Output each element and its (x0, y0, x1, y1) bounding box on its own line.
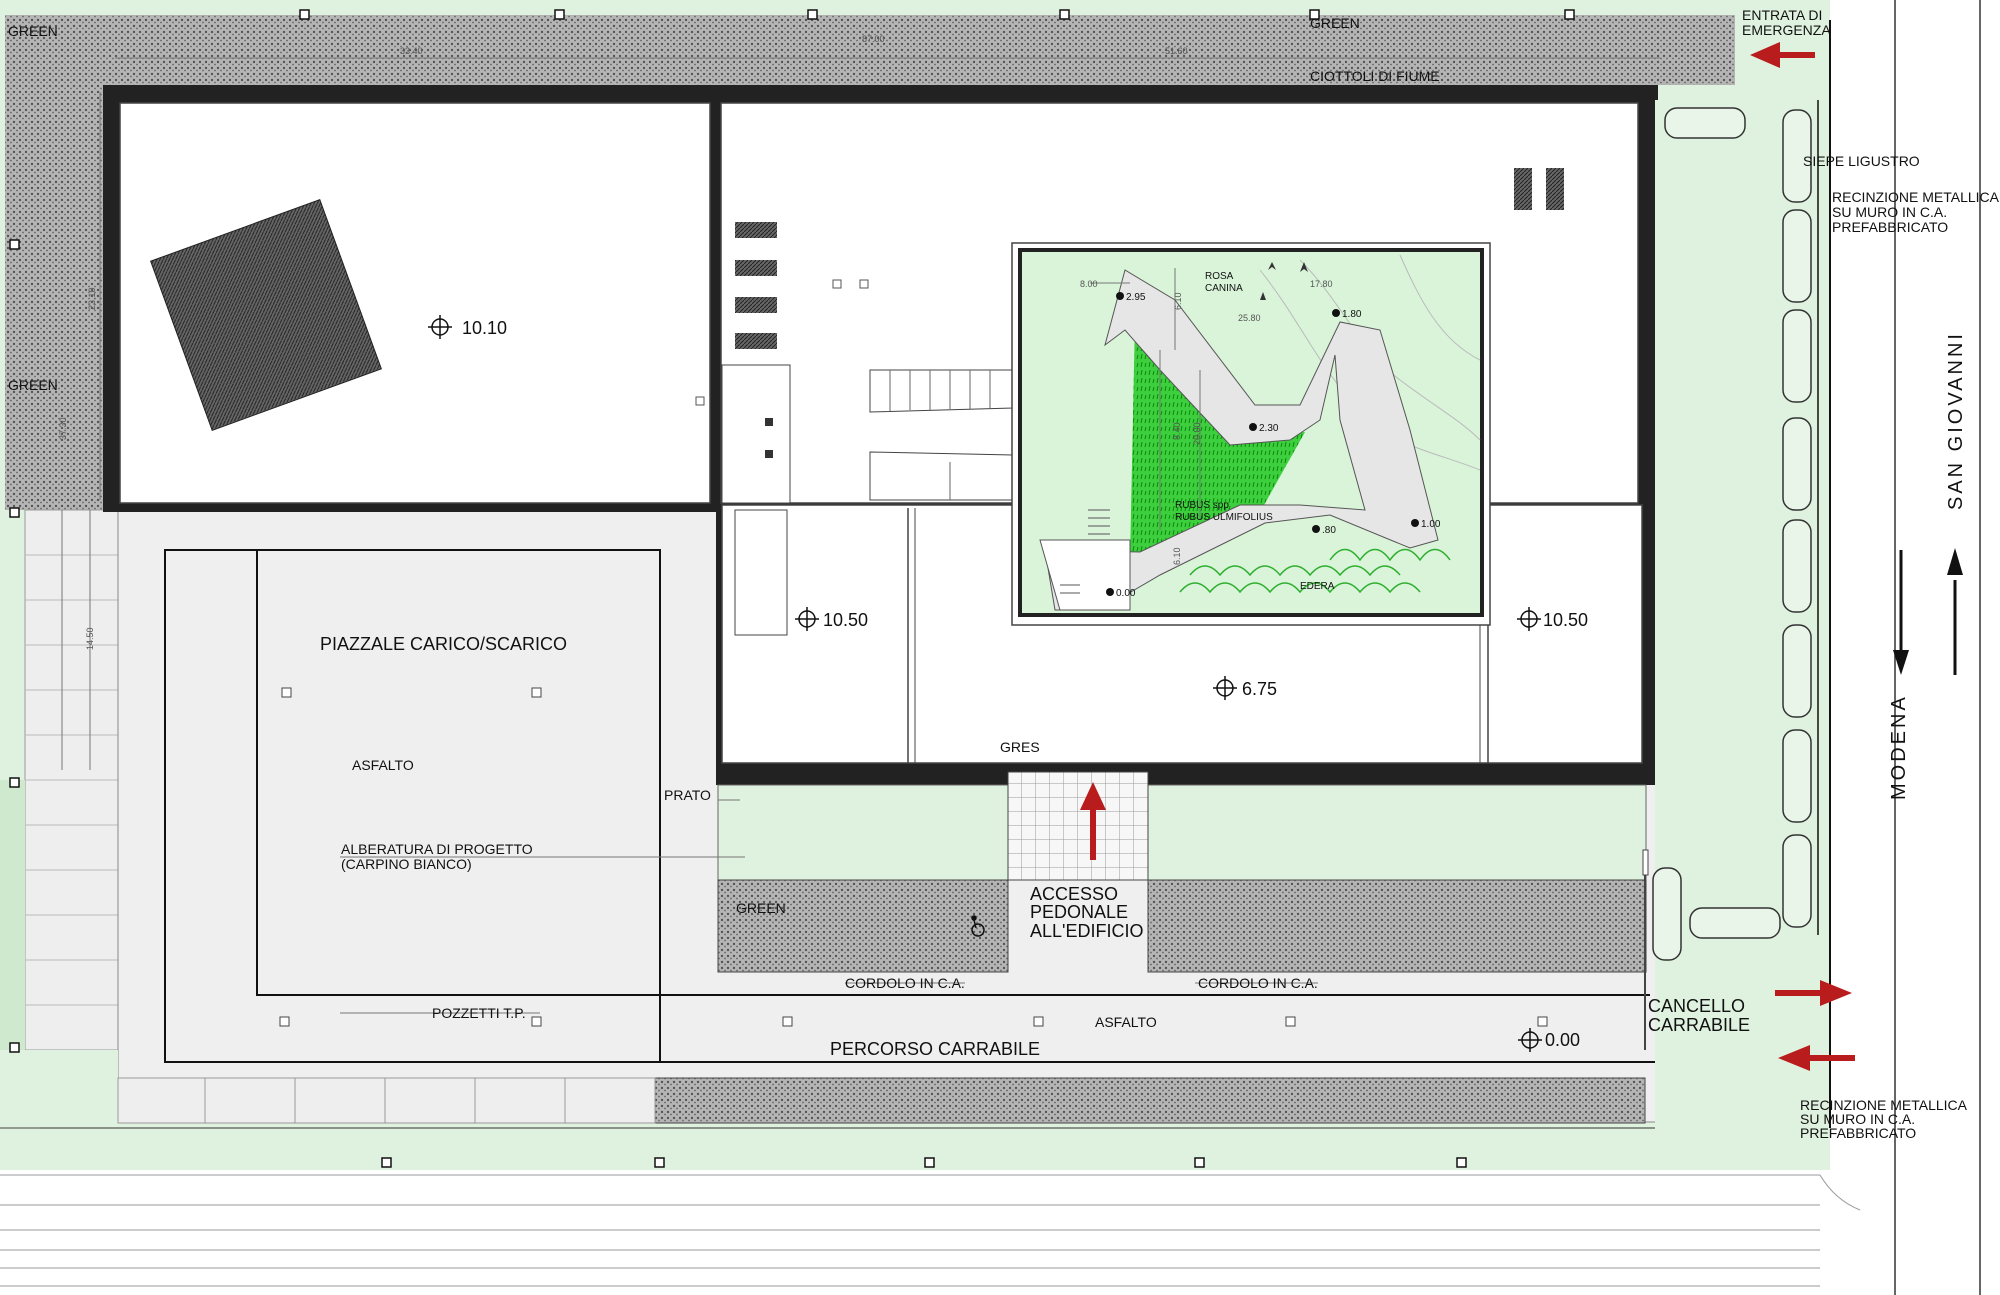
lawn-band-bottom (0, 1128, 1820, 1170)
label-rosa-1: ROSA (1205, 271, 1234, 282)
elevation-garden-f: 0.00 (1116, 588, 1136, 599)
label-fence-bottom-3: PREFABBRICATO (1800, 1125, 1916, 1141)
label-street-san-giovanni: SAN GIOVANNI (1945, 331, 1967, 510)
label-green-top-right: GREEN (1310, 15, 1360, 31)
dim-top-1: 33.40 (400, 46, 423, 56)
elevation-garden-e: .80 (1322, 525, 1336, 536)
bottom-paved-strip (117, 1077, 656, 1124)
elevation-garden-b: 1.80 (1342, 309, 1362, 320)
dim-left-2: 37.30 (58, 417, 68, 440)
elevation-street: 0.00 (1545, 1030, 1580, 1050)
ramp-lower (869, 451, 1014, 501)
label-lawn: PRATO (664, 787, 711, 803)
service-shaft (734, 509, 788, 636)
label-river-pebbles: CIOTTOLI DI FIUME (1310, 68, 1440, 84)
label-fence-top-3: PREFABBRICATO (1832, 219, 1948, 235)
label-emergency-entry-1: ENTRATA DI (1742, 7, 1822, 23)
label-gres: GRES (1000, 739, 1040, 755)
elevation-garden-a: 2.95 (1126, 292, 1146, 303)
front-lawn-right (1147, 784, 1647, 881)
gravel-strip-front-right (1147, 879, 1647, 973)
label-driveway: PERCORSO CARRABILE (830, 1039, 1040, 1059)
label-vehicle-gate-2: CARRABILE (1648, 1015, 1750, 1035)
gravel-strip-front-left (717, 879, 1009, 973)
label-rosa-2: CANINA (1205, 283, 1243, 294)
elevation-court: 6.75 (1242, 679, 1277, 699)
label-vehicle-gate-1: CANCELLO (1648, 996, 1745, 1016)
dim-top-3: 51.60 (1165, 46, 1188, 56)
label-trees-2: (CARPINO BIANCO) (341, 856, 472, 872)
label-rubus-2: RUBUS ULMIFOLIUS (1175, 512, 1273, 523)
label-drain-pits: POZZETTI T.P. (432, 1005, 526, 1021)
front-lawn-left (717, 784, 1009, 881)
label-rubus-1: RUBUS spp (1175, 500, 1229, 511)
dim-garden-4: 6.10 (1173, 292, 1183, 310)
gravel-strip-top (5, 15, 1735, 85)
elevation-roof-right: 10.50 (1543, 610, 1588, 630)
label-green-top-left: GREEN (8, 23, 58, 39)
label-street-modena: MODENA (1888, 694, 1910, 800)
dim-left-1: 23.10 (87, 287, 97, 310)
gravel-strip-bottom (654, 1077, 1646, 1124)
elevation-garden-c: 2.30 (1259, 423, 1279, 434)
pedestrian-access-tiles (1007, 771, 1149, 881)
stair-core (721, 364, 791, 504)
label-pedestrian-access-3: ALL'EDIFICIO (1030, 921, 1143, 941)
gravel-strip-left (5, 15, 105, 510)
dim-garden-2: 17.80 (1310, 279, 1333, 289)
label-fence-top-1: RECINZIONE METALLICA (1832, 189, 2000, 205)
label-curb-left: CORDOLO IN C.A. (845, 975, 965, 991)
dim-garden-5: 8.40 (1172, 422, 1182, 440)
label-privet-hedge: SIEPE LIGUSTRO (1803, 153, 1920, 169)
elevation-roof-left: 10.10 (462, 318, 507, 338)
label-loading-yard: PIAZZALE CARICO/SCARICO (320, 634, 567, 654)
elevation-roof-center: 10.50 (823, 610, 868, 630)
label-trees-1: ALBERATURA DI PROGETTO (341, 841, 533, 857)
ramp-upper (869, 369, 1014, 413)
label-green-left: GREEN (8, 377, 58, 393)
dim-garden-7: 6.10 (1172, 547, 1182, 565)
label-pedestrian-access-2: PEDONALE (1030, 902, 1128, 922)
site-plan-drawing: GREEN GREEN GREEN GREEN ENTRATA DI EMERG… (0, 0, 2000, 1295)
label-asphalt-yard: ASFALTO (352, 757, 414, 773)
dim-garden-1: 8.00 (1080, 279, 1098, 289)
building-front-wall (716, 770, 1010, 782)
label-ivy: EDERA (1300, 581, 1335, 592)
label-fence-top-2: SU MURO IN C.A. (1832, 204, 1947, 220)
label-asphalt-road: ASFALTO (1095, 1014, 1157, 1030)
label-green-bottom: GREEN (736, 900, 786, 916)
label-curb-right: CORDOLO IN C.A. (1198, 975, 1318, 991)
dim-garden-3: 25.80 (1238, 313, 1261, 323)
sidewalk-lines (0, 1174, 1820, 1287)
label-emergency-entry-2: EMERGENZA (1742, 22, 1831, 38)
site-plan: GREEN GREEN GREEN GREEN ENTRATA DI EMERG… (0, 0, 2000, 1295)
label-pedestrian-access-1: ACCESSO (1030, 884, 1118, 904)
lawn-corner-left (0, 1050, 118, 1128)
dim-lot: 14.50 (85, 627, 95, 650)
dim-garden-6: 20.00 (1192, 422, 1202, 445)
elevation-garden-d: 1.00 (1421, 519, 1441, 530)
dim-top-2: 87.00 (862, 34, 885, 44)
